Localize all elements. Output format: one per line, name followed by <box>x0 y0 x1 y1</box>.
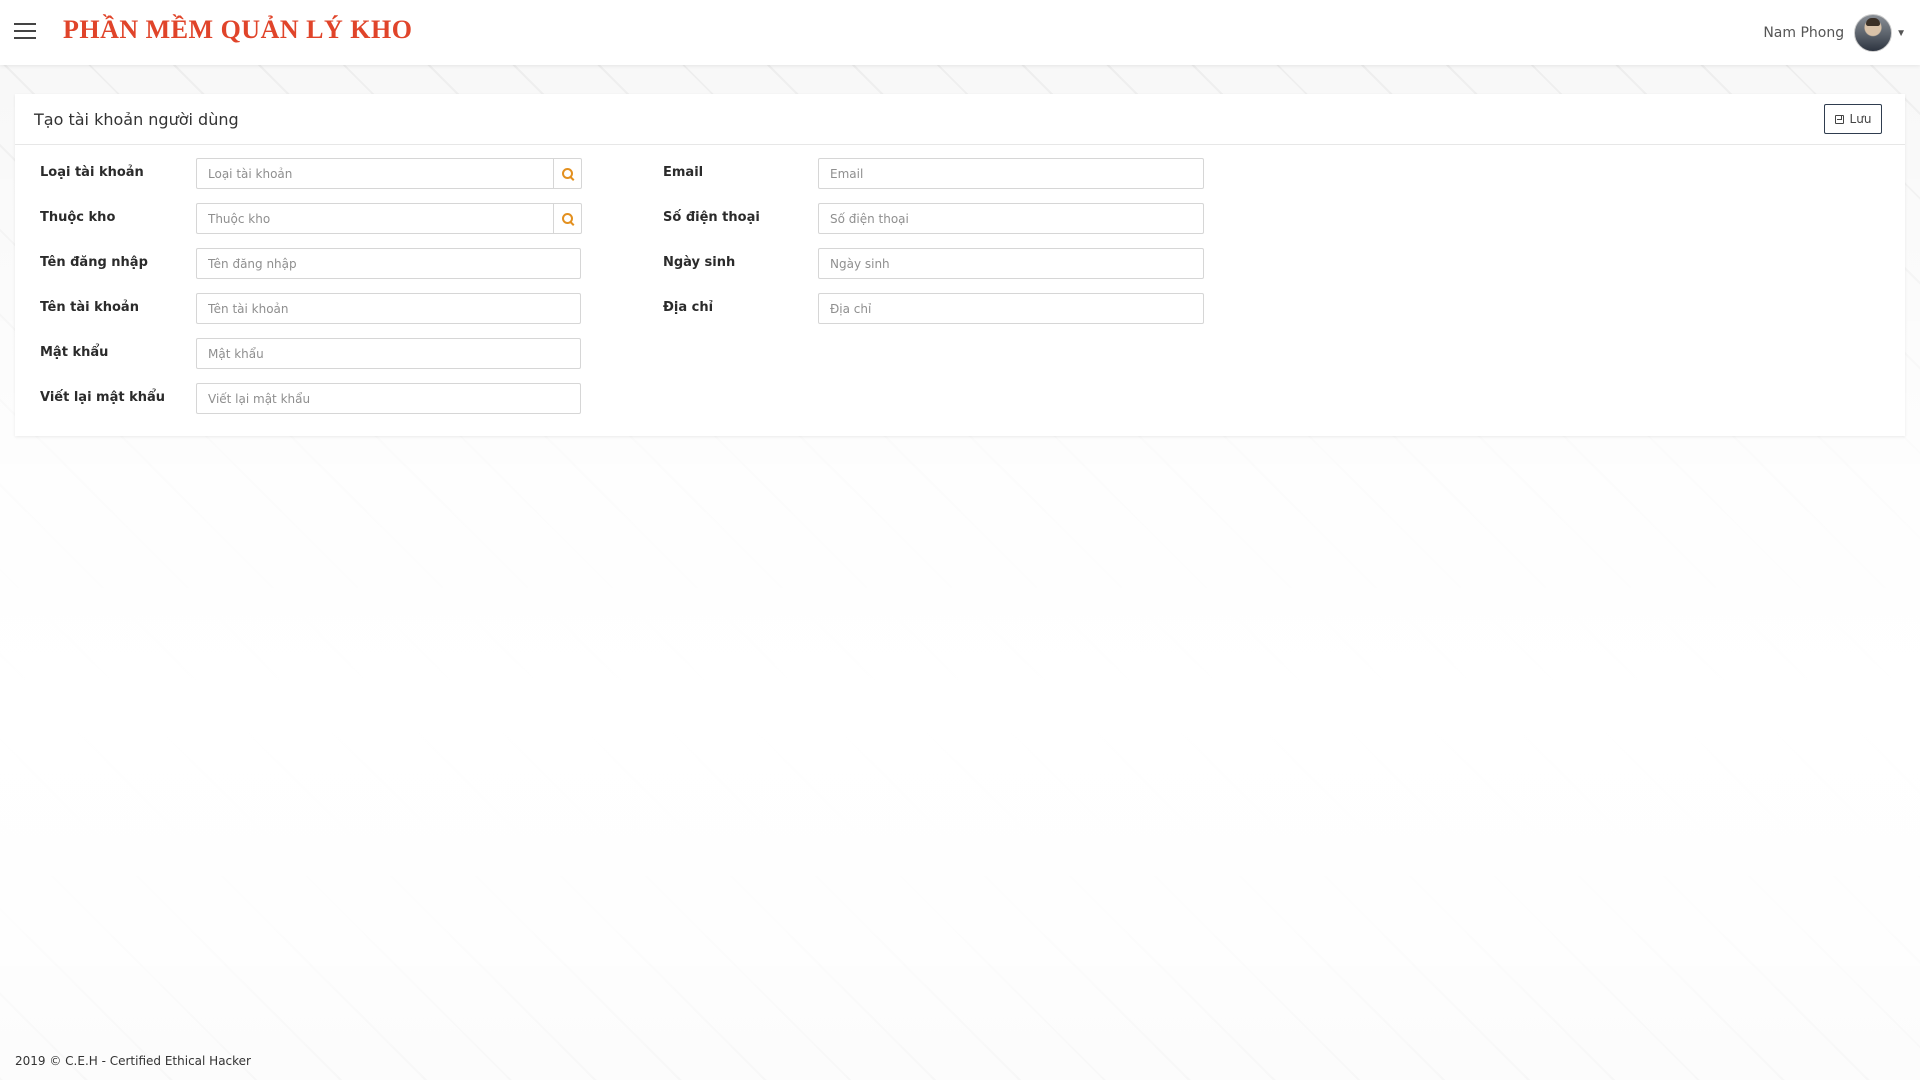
birthdate-label: Ngày sinh <box>663 255 736 270</box>
form-row-password: Mật khẩu <box>40 338 598 369</box>
account-type-label: Loại tài khoản <box>40 165 144 180</box>
save-button[interactable]: Lưu <box>1824 104 1882 134</box>
confirm-password-input[interactable] <box>196 383 581 414</box>
app-brand-title: PHẦN MỀM QUẢN LÝ KHO <box>63 15 413 44</box>
account-name-label: Tên tài khoản <box>40 300 139 315</box>
search-icon <box>562 168 573 179</box>
user-menu[interactable]: Nam Phong ▼ <box>1763 14 1906 52</box>
hamburger-menu-icon[interactable] <box>14 23 36 41</box>
warehouse-search-button[interactable] <box>554 203 582 234</box>
top-navbar: PHẦN MỀM QUẢN LÝ KHO Nam Phong ▼ <box>0 0 1920 65</box>
username-input[interactable] <box>196 248 581 279</box>
form-row-email: Email <box>663 158 1223 189</box>
account-type-input[interactable] <box>196 158 554 189</box>
email-label: Email <box>663 165 704 180</box>
phone-label: Số điện thoại <box>663 210 760 225</box>
birthdate-input[interactable] <box>818 248 1204 279</box>
footer-copyright: 2019 © C.E.H - Certified Ethical Hacker <box>15 1054 251 1068</box>
warehouse-label: Thuộc kho <box>40 210 116 225</box>
phone-input[interactable] <box>818 203 1204 234</box>
search-icon <box>562 213 573 224</box>
email-input[interactable] <box>818 158 1204 189</box>
caret-down-icon[interactable]: ▼ <box>1896 28 1906 39</box>
confirm-password-label: Viết lại mật khẩu <box>40 390 166 405</box>
user-name: Nam Phong <box>1763 25 1845 41</box>
page-title: Tạo tài khoản người dùng <box>34 110 239 129</box>
save-button-label: Lưu <box>1849 112 1872 126</box>
avatar[interactable] <box>1854 14 1893 52</box>
address-input[interactable] <box>818 293 1204 324</box>
form-row-phone: Số điện thoại <box>663 203 1223 234</box>
form-row-confirm-password: Viết lại mật khẩu <box>40 383 598 414</box>
password-label: Mật khẩu <box>40 345 109 360</box>
password-input[interactable] <box>196 338 581 369</box>
warehouse-input[interactable] <box>196 203 554 234</box>
form-row-address: Địa chỉ <box>663 293 1223 324</box>
form-row-account-name: Tên tài khoản <box>40 293 598 324</box>
form-row-username: Tên đăng nhập <box>40 248 598 279</box>
create-user-card: Tạo tài khoản người dùng Lưu Loại tài kh… <box>15 94 1905 436</box>
account-type-search-button[interactable] <box>554 158 582 189</box>
card-header: Tạo tài khoản người dùng Lưu <box>15 94 1905 145</box>
address-label: Địa chỉ <box>663 300 714 315</box>
username-label: Tên đăng nhập <box>40 255 148 270</box>
account-name-input[interactable] <box>196 293 581 324</box>
form-row-birthdate: Ngày sinh <box>663 248 1223 279</box>
floppy-disk-icon <box>1834 114 1844 124</box>
form-row-warehouse: Thuộc kho <box>40 203 598 234</box>
form-row-account-type: Loại tài khoản <box>40 158 598 189</box>
